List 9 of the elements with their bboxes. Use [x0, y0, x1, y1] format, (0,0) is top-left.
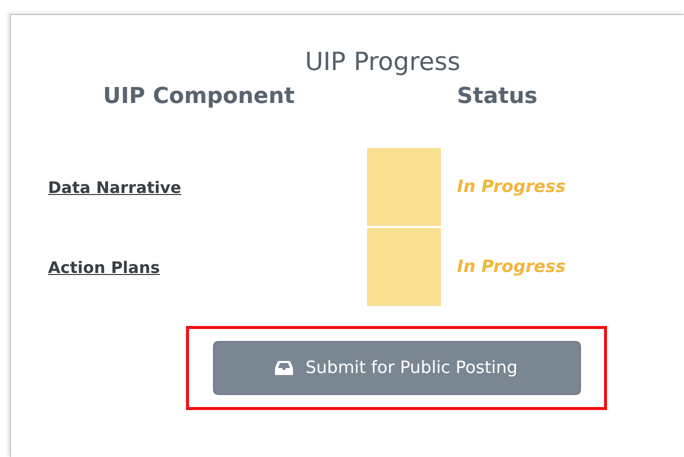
column-header: Status: [456, 83, 538, 111]
status-text: In Progress: [456, 257, 567, 277]
status-text: In Progress: [456, 177, 567, 197]
component-link[interactable]: Data Narrative: [48, 178, 367, 196]
component-link[interactable]: Action Plans: [48, 258, 367, 276]
page-title: UIP Progress: [304, 47, 462, 77]
column-header: UIP Component: [102, 83, 296, 111]
inbox-icon: [275, 360, 294, 376]
submit-button[interactable]: Submit for Public Posting: [212, 341, 580, 395]
